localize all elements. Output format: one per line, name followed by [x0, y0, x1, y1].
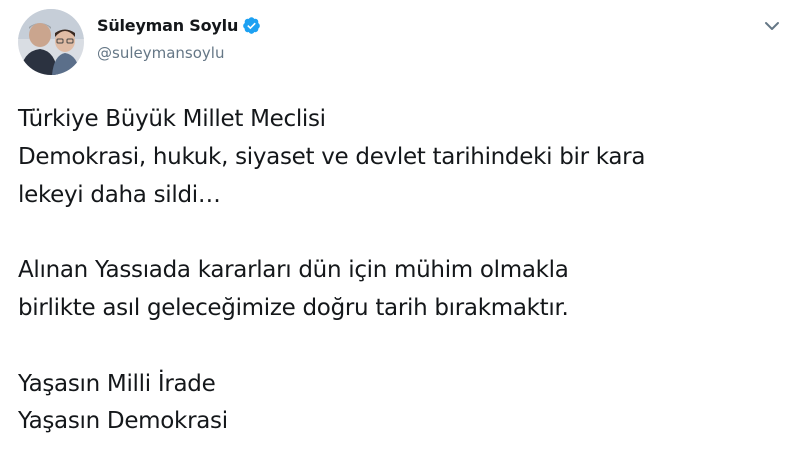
tweet-line: Yaşasın Demokrasi: [18, 408, 228, 435]
avatar[interactable]: [18, 9, 84, 75]
tweet-line: Yaşasın Milli İrade: [18, 370, 216, 397]
verified-badge-icon: [242, 16, 261, 35]
avatar-photo: [18, 9, 84, 75]
paragraph-break: [18, 328, 793, 366]
tweet-line: Türkiye Büyük Millet Meclisi: [18, 106, 326, 132]
tweet-line: Alınan Yassıada kararları dün için mühim…: [18, 257, 569, 284]
tweet-line: Demokrasi, hukuk, siyaset ve devlet tari…: [18, 143, 646, 170]
author-name-row[interactable]: Süleyman Soylu: [97, 16, 261, 35]
author-display-name[interactable]: Süleyman Soylu: [97, 16, 238, 35]
tweet-text: Türkiye Büyük Millet Meclisi Demokrasi, …: [18, 101, 793, 441]
paragraph-break: [18, 214, 793, 252]
author-handle[interactable]: @suleymansoylu: [97, 44, 224, 62]
tweet-card: Süleyman Soylu @suleymansoylu Türkiye Bü…: [0, 0, 802, 469]
tweet-line: lekeyi daha sildi…: [18, 181, 221, 208]
chevron-down-icon[interactable]: [760, 14, 784, 38]
tweet-line: birlikte asıl geleceğimize doğru tarih b…: [18, 294, 569, 321]
